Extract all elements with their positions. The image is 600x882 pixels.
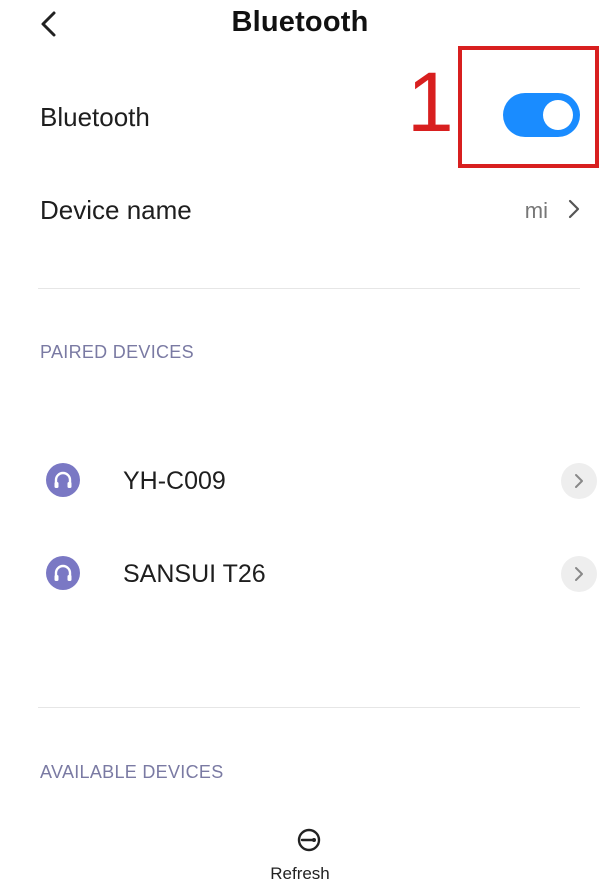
annotation-step-number: 1: [407, 55, 454, 149]
headset-icon: [46, 556, 80, 590]
paired-device-row[interactable]: [0, 539, 600, 609]
device-details-button[interactable]: [561, 463, 597, 499]
refresh-icon[interactable]: [294, 825, 324, 855]
bluetooth-toggle[interactable]: [503, 93, 580, 137]
available-devices-header: AVAILABLE DEVICES: [40, 762, 224, 782]
toggle-knob: [543, 100, 573, 130]
paired-device-name: YH-C009: [123, 467, 226, 495]
device-name-value: mi: [524, 198, 548, 223]
chevron-right-icon: [575, 474, 583, 488]
paired-devices-header: PAIRED DEVICES: [40, 342, 194, 362]
device-details-button[interactable]: [561, 556, 597, 592]
divider: [38, 288, 580, 289]
chevron-right-icon: [575, 567, 583, 581]
device-name-label: Device name: [40, 195, 192, 225]
chevron-right-icon: [568, 199, 580, 219]
page-title: Bluetooth: [231, 6, 369, 38]
divider: [38, 707, 580, 708]
bluetooth-label: Bluetooth: [40, 102, 150, 132]
paired-device-row[interactable]: [0, 446, 600, 516]
paired-device-name: SANSUI T26: [123, 560, 266, 588]
bluetooth-settings-screen: Bluetooth Bluetooth 1 Device name mi PAI…: [0, 0, 600, 882]
headset-icon: [46, 463, 80, 497]
refresh-button-label[interactable]: Refresh: [0, 864, 600, 882]
